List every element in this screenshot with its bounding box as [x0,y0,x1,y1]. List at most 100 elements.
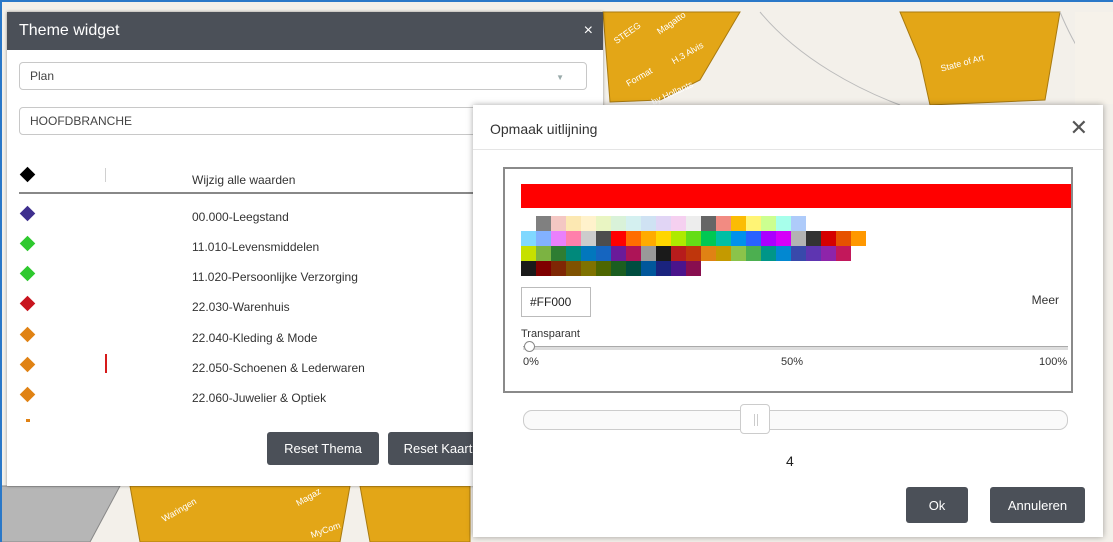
color-swatch[interactable] [686,231,701,246]
color-swatch[interactable] [716,246,731,261]
color-swatch[interactable] [776,216,791,231]
diamond-icon[interactable] [19,326,36,343]
color-swatch[interactable] [611,216,626,231]
color-swatch[interactable] [686,216,701,231]
color-swatch[interactable] [521,246,536,261]
color-swatch[interactable] [566,231,581,246]
color-swatch[interactable] [776,231,791,246]
color-swatch[interactable] [701,246,716,261]
color-swatch[interactable] [656,216,671,231]
color-swatch[interactable] [746,216,761,231]
color-swatch[interactable] [566,246,581,261]
diamond-icon[interactable] [19,235,36,252]
color-swatch[interactable] [611,231,626,246]
color-swatch[interactable] [791,231,806,246]
color-swatch[interactable] [611,261,626,276]
color-swatch[interactable] [791,216,806,231]
color-swatch[interactable] [626,216,641,231]
color-swatch[interactable] [536,246,551,261]
dialog-title: Opmaak uitlijning [490,121,598,137]
color-swatch[interactable] [701,231,716,246]
color-swatch[interactable] [731,216,746,231]
color-swatch[interactable] [596,261,611,276]
diamond-icon[interactable] [19,265,36,282]
color-swatch[interactable] [656,246,671,261]
color-swatch[interactable] [761,216,776,231]
color-swatch[interactable] [641,261,656,276]
diamond-icon[interactable] [19,205,36,222]
color-swatch[interactable] [731,231,746,246]
color-swatch[interactable] [701,216,716,231]
diamond-icon[interactable] [19,166,36,183]
line-width-preview[interactable] [105,354,107,373]
color-swatch[interactable] [671,261,686,276]
color-swatch[interactable] [566,261,581,276]
color-swatch[interactable] [611,246,626,261]
line-width-slider[interactable] [523,404,1068,434]
color-swatch[interactable] [671,246,686,261]
color-swatch[interactable] [641,231,656,246]
color-swatch[interactable] [776,246,791,261]
color-swatch[interactable] [656,261,671,276]
color-swatch[interactable] [656,231,671,246]
reset-theme-button[interactable]: Reset Thema [267,432,379,465]
color-swatch[interactable] [521,216,536,231]
color-swatch[interactable] [671,231,686,246]
diamond-icon[interactable] [19,356,36,373]
color-swatch[interactable] [641,216,656,231]
legend-label: 00.000-Leegstand [192,210,289,224]
color-swatch[interactable] [806,246,821,261]
color-swatch[interactable] [521,231,536,246]
transparency-slider-track[interactable] [523,346,1068,350]
color-swatch[interactable] [821,246,836,261]
plan-select[interactable]: Plan ▼ [19,62,587,90]
close-icon[interactable]: ✕ [1070,115,1088,141]
color-swatch[interactable] [836,231,851,246]
ok-button[interactable]: Ok [906,487,968,523]
color-swatch[interactable] [596,216,611,231]
color-swatch[interactable] [596,231,611,246]
color-swatch[interactable] [806,231,821,246]
more-colors-link[interactable]: Meer [1032,293,1059,307]
color-swatch[interactable] [536,261,551,276]
color-swatch[interactable] [551,261,566,276]
color-swatch[interactable] [686,261,701,276]
transparency-slider-handle[interactable] [524,341,535,352]
color-swatch[interactable] [746,231,761,246]
color-swatch[interactable] [551,246,566,261]
cancel-button[interactable]: Annuleren [990,487,1085,523]
hex-color-input[interactable] [521,287,591,317]
color-swatch[interactable] [566,216,581,231]
color-swatch[interactable] [731,246,746,261]
line-width-slider-handle[interactable] [740,404,770,434]
color-swatch[interactable] [581,246,596,261]
color-swatch[interactable] [581,231,596,246]
color-swatch[interactable] [626,246,641,261]
color-swatch[interactable] [521,261,536,276]
color-swatch[interactable] [761,231,776,246]
color-swatch[interactable] [836,246,851,261]
color-swatch[interactable] [626,261,641,276]
color-swatch[interactable] [536,216,551,231]
diamond-icon[interactable] [19,386,36,403]
color-swatch[interactable] [581,216,596,231]
color-swatch[interactable] [821,231,836,246]
color-swatch[interactable] [641,246,656,261]
color-swatch[interactable] [686,246,701,261]
color-swatch[interactable] [581,261,596,276]
color-swatch[interactable] [671,216,686,231]
close-icon[interactable]: × [584,22,593,40]
diamond-icon[interactable] [19,295,36,312]
color-swatch[interactable] [551,231,566,246]
color-swatch[interactable] [716,216,731,231]
color-swatch[interactable] [791,246,806,261]
color-swatch[interactable] [851,231,866,246]
color-swatch[interactable] [746,246,761,261]
transparency-tick: 100% [1039,356,1068,368]
color-swatch[interactable] [626,231,641,246]
color-swatch[interactable] [551,216,566,231]
color-swatch[interactable] [716,231,731,246]
color-swatch[interactable] [536,231,551,246]
color-swatch[interactable] [596,246,611,261]
color-swatch[interactable] [761,246,776,261]
